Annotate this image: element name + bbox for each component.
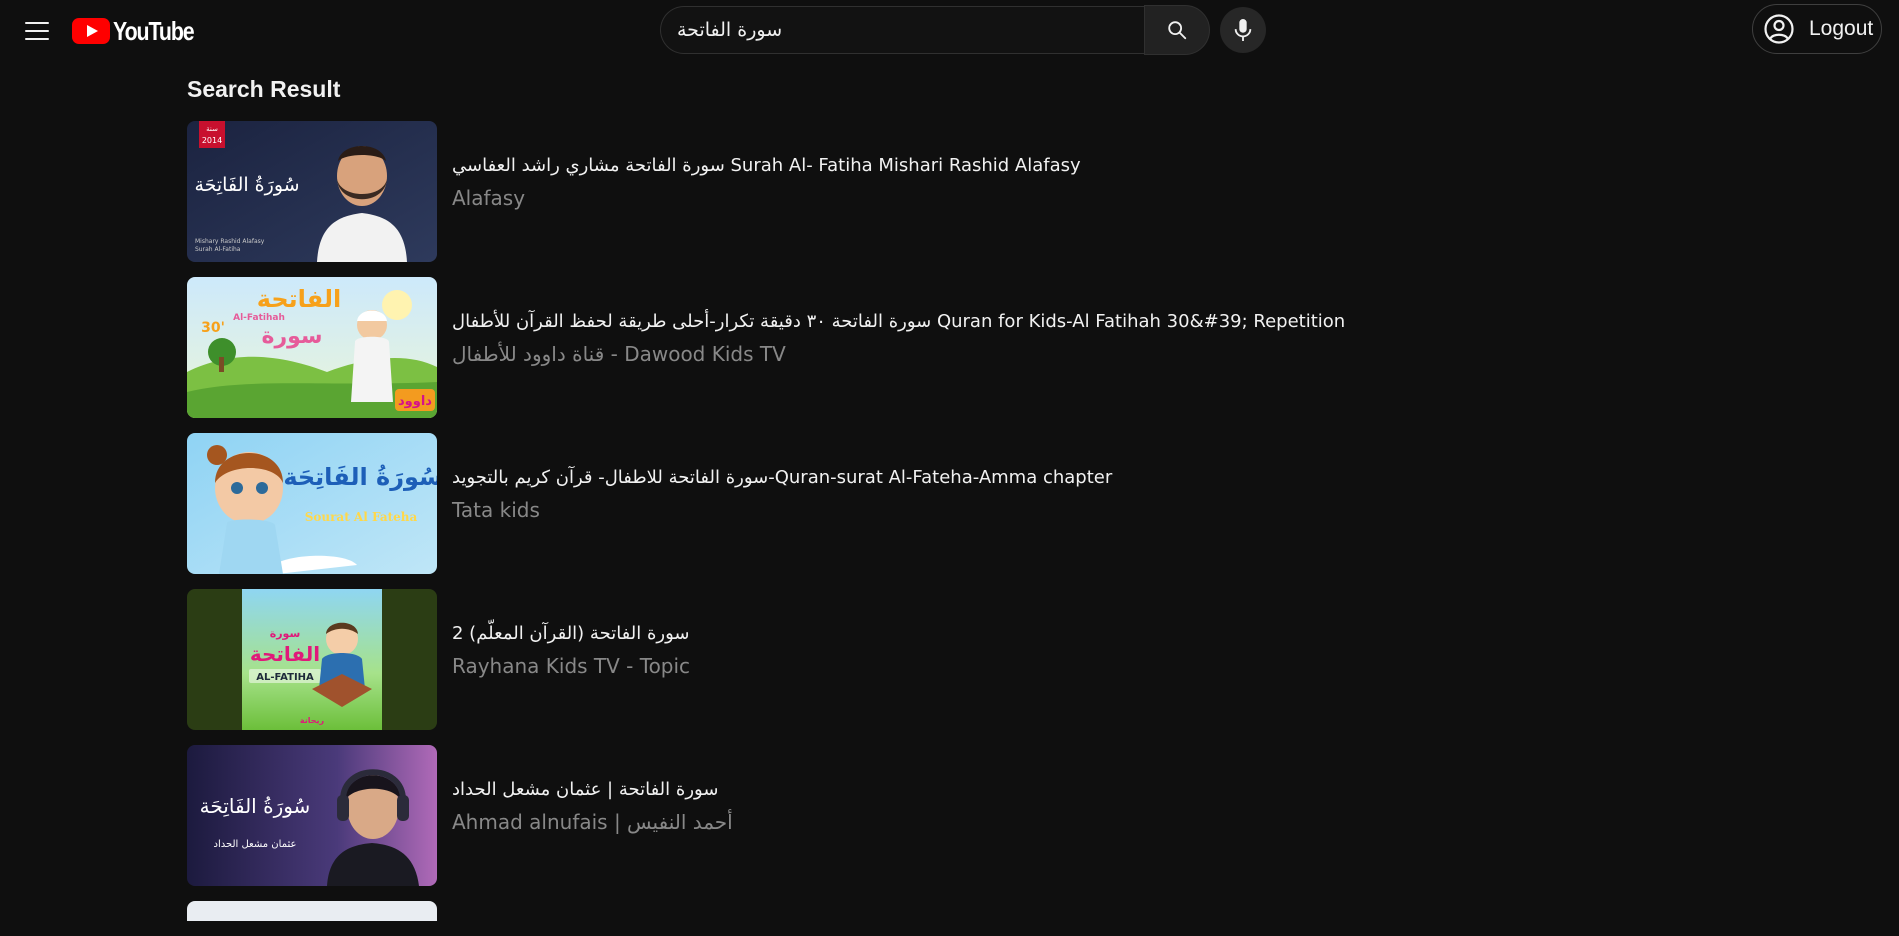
result-item-partial[interactable] — [187, 901, 1607, 921]
thumbnail-art: الفاتحة Al-Fatihah سورة 30' داوود — [187, 277, 437, 418]
result-info: سورة الفاتحة ٣٠ دقيقة تكرار-أحلى طريقة ل… — [452, 309, 1345, 367]
logout-button[interactable]: Logout — [1752, 4, 1882, 54]
thumb-arabic-subtitle: الفاتحة — [250, 642, 320, 666]
microphone-icon — [1234, 19, 1252, 41]
result-item[interactable]: سنة 2014 سُورَةُ الفَاتِحَة Mishary Rash… — [187, 121, 1607, 262]
search-results-list: سنة 2014 سُورَةُ الفَاتِحَة Mishary Rash… — [187, 121, 1607, 936]
thumb-brand: داوود — [398, 394, 432, 409]
voice-search-button[interactable] — [1220, 7, 1266, 53]
thumb-badge-year: 2014 — [202, 136, 222, 145]
video-thumbnail[interactable]: الفاتحة Al-Fatihah سورة 30' داوود — [187, 277, 437, 418]
result-item[interactable]: سُورَةُ الفَاتِحَة Sourat Al Fateha سورة… — [187, 433, 1607, 574]
channel-name[interactable]: Rayhana Kids TV - Topic — [452, 653, 690, 679]
logo-text: YouTube — [113, 15, 195, 46]
youtube-logo[interactable]: YouTube — [72, 16, 211, 46]
user-circle-icon — [1764, 14, 1794, 44]
video-thumbnail[interactable] — [187, 901, 437, 921]
video-title[interactable]: سورة الفاتحة مشاري راشد العفاسي Surah Al… — [452, 153, 1081, 179]
menu-button[interactable] — [21, 17, 53, 45]
thumb-arabic-title: سُورَةُ الفَاتِحَة — [200, 794, 311, 818]
section-title: Search Result — [187, 76, 341, 102]
video-thumbnail[interactable]: سنة 2014 سُورَةُ الفَاتِحَة Mishary Rash… — [187, 121, 437, 262]
thumb-caption: Mishary Rashid Alafasy — [195, 238, 265, 245]
result-item[interactable]: سورة الفاتحة AL-FATIHA ريحانة سورة الفات… — [187, 589, 1607, 730]
thumb-arabic-title: الفاتحة — [257, 285, 341, 313]
thumb-latin-title: AL-FATIHA — [256, 672, 314, 683]
thumb-arabic-title: سُورَةُ الفَاتِحَة — [283, 463, 437, 491]
result-info: سورة الفاتحة مشاري راشد العفاسي Surah Al… — [452, 153, 1081, 211]
thumbnail-art: سورة الفاتحة AL-FATIHA ريحانة — [187, 589, 437, 730]
video-thumbnail[interactable]: سُورَةُ الفَاتِحَة عثمان مشعل الحداد — [187, 745, 437, 886]
channel-name[interactable]: Alafasy — [452, 185, 1081, 211]
thumb-arabic-title: سورة — [270, 627, 301, 640]
thumb-latin-title: Al-Fatihah — [233, 313, 285, 323]
video-thumbnail[interactable]: سورة الفاتحة AL-FATIHA ريحانة — [187, 589, 437, 730]
video-title[interactable]: سورة الفاتحة ٣٠ دقيقة تكرار-أحلى طريقة ل… — [452, 309, 1345, 335]
result-info: سورة الفاتحة (القرآن المعلّم) 2 Rayhana … — [452, 621, 690, 679]
channel-name[interactable]: قناة داوود للأطفال - Dawood Kids TV — [452, 341, 1345, 367]
search-bar — [660, 5, 1266, 55]
thumb-caption: Surah Al-Fatiha — [195, 246, 241, 253]
channel-name[interactable]: Ahmad alnufais | أحمد النفيس — [452, 809, 733, 835]
menu-icon-bar — [25, 30, 49, 32]
thumb-badge-top: سنة — [206, 125, 218, 133]
result-item[interactable]: سُورَةُ الفَاتِحَة عثمان مشعل الحداد سور… — [187, 745, 1607, 886]
thumb-caption: عثمان مشعل الحداد — [214, 839, 297, 850]
menu-icon — [25, 22, 49, 24]
channel-name[interactable]: Tata kids — [452, 497, 1112, 523]
video-thumbnail[interactable]: سُورَةُ الفَاتِحَة Sourat Al Fateha — [187, 433, 437, 574]
video-title[interactable]: سورة الفاتحة للاطفال- قرآن كريم بالتجويد… — [452, 465, 1112, 491]
search-input[interactable] — [660, 6, 1144, 54]
youtube-play-icon — [72, 18, 110, 44]
result-info: سورة الفاتحة | عثمان مشعل الحداد Ahmad a… — [452, 777, 733, 835]
thumb-arabic-title: سُورَةُ الفَاتِحَة — [194, 174, 299, 196]
result-item[interactable]: الفاتحة Al-Fatihah سورة 30' داوود سورة ا… — [187, 277, 1607, 418]
video-title[interactable]: سورة الفاتحة | عثمان مشعل الحداد — [452, 777, 733, 803]
thumbnail-art: سنة 2014 سُورَةُ الفَاتِحَة Mishary Rash… — [187, 121, 437, 262]
thumb-badge: 30' — [201, 320, 225, 336]
thumb-latin-title: Sourat Al Fateha — [305, 510, 418, 524]
result-info: سورة الفاتحة للاطفال- قرآن كريم بالتجويد… — [452, 465, 1112, 523]
thumb-arabic-subtitle: سورة — [261, 324, 322, 349]
search-icon — [1168, 21, 1187, 40]
thumbnail-art: سُورَةُ الفَاتِحَة Sourat Al Fateha — [187, 433, 437, 574]
menu-icon-bar — [25, 38, 49, 40]
thumb-brand: ريحانة — [300, 716, 325, 725]
logout-label: Logout — [1809, 17, 1874, 40]
thumbnail-art: سُورَةُ الفَاتِحَة عثمان مشعل الحداد — [187, 745, 437, 886]
video-title[interactable]: سورة الفاتحة (القرآن المعلّم) 2 — [452, 621, 690, 647]
search-button[interactable] — [1144, 5, 1210, 55]
top-bar: YouTube Logout — [0, 0, 1899, 62]
